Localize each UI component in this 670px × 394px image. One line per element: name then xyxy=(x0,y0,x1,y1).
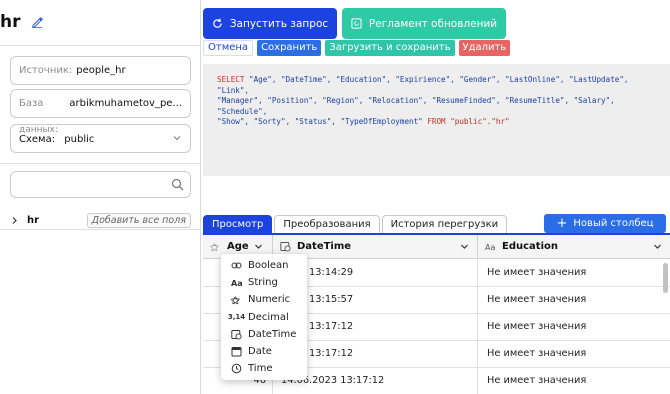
cell-education: Не имеет значения xyxy=(487,375,587,387)
field-search xyxy=(10,171,191,198)
menu-item-label: Time xyxy=(248,363,273,375)
vertical-scrollbar[interactable] xyxy=(663,263,668,293)
datetime-icon xyxy=(280,242,291,252)
database-field[interactable]: База arbikmuhametov_pe... xyxy=(10,89,191,118)
svg-text:Aa: Aa xyxy=(231,279,242,288)
left-panel: hr Источник: people_hr База arbikmuhamet… xyxy=(0,0,201,394)
svg-text:Aa: Aa xyxy=(485,243,495,252)
menu-item-label: Date xyxy=(248,346,272,358)
app-root: hr Источник: people_hr База arbikmuhamet… xyxy=(0,0,670,394)
menu-item-datetime[interactable]: DateTime xyxy=(221,326,307,343)
schema-label-row: Схема: public xyxy=(19,134,94,145)
date-icon xyxy=(231,347,242,357)
string-icon: Aa xyxy=(485,243,495,252)
title-row: hr xyxy=(0,10,43,34)
tree-item-hr[interactable]: hr Добавить все поля xyxy=(10,211,191,229)
column-header-label: DateTime xyxy=(297,241,352,252)
save-button[interactable]: Сохранить xyxy=(257,40,322,56)
sql-table: "public"."hr" xyxy=(450,117,510,126)
time-icon xyxy=(231,363,242,374)
tab-preview[interactable]: Просмотр xyxy=(203,215,273,233)
cell-education: Не имеет значения xyxy=(487,267,587,279)
page-title: hr xyxy=(0,12,21,32)
tab-transformations[interactable]: Преобразования xyxy=(274,215,380,233)
menu-item-label: DateTime xyxy=(248,328,297,340)
schema-select[interactable]: данных: Схема: public xyxy=(10,124,191,153)
new-column-label: Новый столбец xyxy=(573,218,654,229)
string-icon: Aa xyxy=(231,279,242,288)
update-schedule-button[interactable]: Регламент обновлений xyxy=(342,8,506,39)
sql-from-keyword: FROM xyxy=(427,117,446,126)
menu-item-numeric[interactable]: ⚝ Numeric xyxy=(221,291,307,308)
menu-item-label: Numeric xyxy=(248,294,291,306)
svg-text:⚝: ⚝ xyxy=(231,295,240,305)
schema-value: public xyxy=(64,134,95,145)
sql-line-1: SELECT "Age", "DateTime", "Education", "… xyxy=(217,75,660,96)
sql-columns-3: "Show", "Sorty", "Status", "TypeOfEmploy… xyxy=(217,117,423,126)
chevron-down-icon[interactable] xyxy=(254,242,263,251)
add-all-fields-button[interactable]: Добавить все поля xyxy=(86,212,191,228)
new-column-button[interactable]: + Новый столбец xyxy=(544,214,666,233)
chevron-right-icon[interactable] xyxy=(10,216,19,225)
divider xyxy=(0,45,201,46)
cancel-button[interactable]: Отмена xyxy=(203,40,254,56)
source-field[interactable]: Источник: people_hr xyxy=(10,56,191,85)
menu-item-string[interactable]: Aa String xyxy=(221,274,307,291)
database-value: arbikmuhametov_pe... xyxy=(69,98,182,109)
sql-columns-1: "Age", "DateTime", "Education", "Expirie… xyxy=(217,75,629,95)
schedule-icon xyxy=(351,18,362,29)
action-buttons: Отмена Сохранить Загрузить и сохранить У… xyxy=(203,40,511,57)
tab-bar: Просмотр Преобразования История перегруз… xyxy=(203,215,508,233)
divider xyxy=(0,163,201,164)
tree-item-label: hr xyxy=(27,214,40,226)
sql-columns-2: "Manager", "Position", "Region", "Reloca… xyxy=(217,96,615,116)
sql-select-keyword: SELECT xyxy=(217,75,245,84)
menu-item-time[interactable]: Time xyxy=(221,360,307,377)
sql-line-2: "Manager", "Position", "Region", "Reloca… xyxy=(217,96,660,117)
search-icon[interactable] xyxy=(171,178,184,191)
column-header-label: Education xyxy=(502,241,558,252)
numeric-icon: ⚝ xyxy=(231,295,240,305)
source-value: people_hr xyxy=(76,65,126,76)
menu-item-label: Decimal xyxy=(248,311,289,323)
column-header-label: Age xyxy=(227,241,249,252)
cell-education: Не имеет значения xyxy=(487,348,587,360)
database-label: База xyxy=(19,98,44,109)
menu-item-decimal[interactable]: 3,14 Decimal xyxy=(221,309,307,326)
cell-education: Не имеет значения xyxy=(487,294,587,306)
update-schedule-label: Регламент обновлений xyxy=(368,17,498,30)
menu-item-label: Boolean xyxy=(248,260,289,272)
tab-reload-history[interactable]: История перегрузки xyxy=(381,215,508,233)
column-header-education[interactable]: Aa Education xyxy=(478,235,670,259)
datetime-icon xyxy=(231,329,242,340)
search-input[interactable] xyxy=(17,172,167,197)
pencil-icon[interactable] xyxy=(31,16,43,28)
svg-text:⚝: ⚝ xyxy=(210,243,219,252)
sql-line-3: "Show", "Sorty", "Status", "TypeOfEmploy… xyxy=(217,117,660,128)
numeric-icon: ⚝ xyxy=(210,243,219,252)
cell-education: Не имеет значения xyxy=(487,321,587,333)
chevron-down-icon xyxy=(173,136,181,141)
load-and-save-button[interactable]: Загрузить и сохранить xyxy=(325,40,455,56)
sql-editor[interactable]: SELECT "Age", "DateTime", "Education", "… xyxy=(203,64,670,176)
boolean-icon xyxy=(231,262,242,269)
chevron-down-icon[interactable] xyxy=(653,242,662,251)
schema-label: Схема: xyxy=(19,134,56,145)
menu-item-boolean[interactable]: Boolean xyxy=(221,257,307,274)
menu-item-date[interactable]: Date xyxy=(221,343,307,360)
delete-button[interactable]: Удалить xyxy=(458,40,511,56)
refresh-icon xyxy=(213,18,222,28)
decimal-icon: 3,14 xyxy=(227,313,246,322)
run-query-label: Запустить запрос xyxy=(229,17,329,30)
divider xyxy=(0,229,201,230)
run-query-button[interactable]: Запустить запрос xyxy=(203,8,337,39)
source-label: Источник: xyxy=(19,65,73,76)
menu-item-label: String xyxy=(248,277,278,289)
column-type-menu: Boolean Aa String ⚝ Numeric 3,14 Decimal… xyxy=(221,254,307,380)
plus-icon: + xyxy=(556,216,568,231)
chevron-down-icon[interactable] xyxy=(460,242,469,251)
